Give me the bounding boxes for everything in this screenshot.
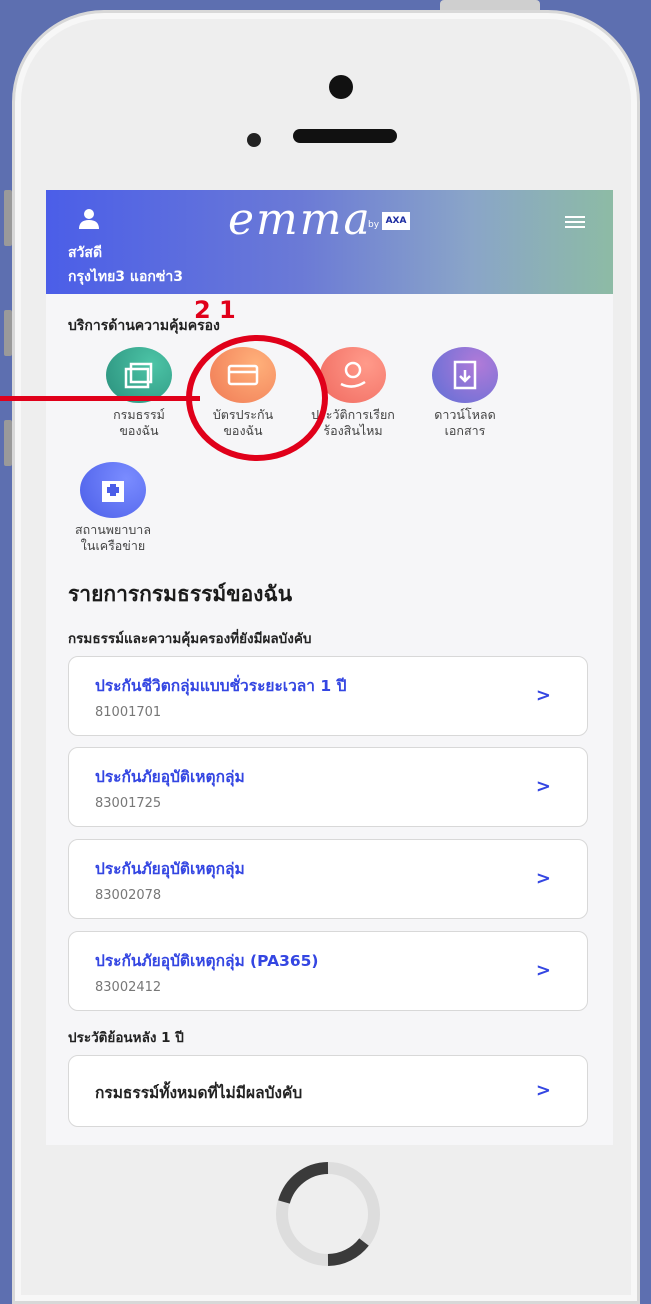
proximity-sensor bbox=[247, 133, 261, 147]
user-icon[interactable] bbox=[78, 208, 100, 230]
policy-name: ประกันชีวิตกลุ่มแบบชั่วระยะเวลา 1 ปี bbox=[95, 677, 347, 695]
chevron-right-icon: > bbox=[535, 960, 551, 981]
policy-name: ประกันภัยอุบัติเหตุกลุ่ม bbox=[95, 860, 245, 878]
policy-card[interactable]: ประกันภัยอุบัติเหตุกลุ่ม 83001725 > bbox=[68, 747, 588, 827]
active-policies-subtitle: กรมธรรม์และความคุ้มครองที่ยังมีผลบังคับ bbox=[68, 631, 312, 647]
policy-number: 83002078 bbox=[95, 888, 162, 903]
hamburger-menu-icon[interactable] bbox=[565, 216, 585, 228]
phone-volume-down-button bbox=[4, 420, 12, 466]
axa-logo: AXA bbox=[382, 212, 410, 230]
annotation-step-number: 2 1 bbox=[194, 296, 236, 324]
policy-list-title: รายการกรมธรรม์ของฉัน bbox=[68, 582, 293, 606]
download-document-icon bbox=[432, 347, 498, 403]
service-label: ดาวน์โหลด เอกสาร bbox=[434, 407, 496, 438]
phone-side-button bbox=[4, 190, 12, 246]
home-button-loading-icon[interactable] bbox=[272, 1158, 384, 1270]
chevron-right-icon: > bbox=[535, 776, 551, 797]
service-network-hospital[interactable]: สถานพยาบาล ในเครือข่าย bbox=[58, 462, 168, 554]
chevron-right-icon: > bbox=[535, 1080, 551, 1101]
policy-card[interactable]: ประกันชีวิตกลุ่มแบบชั่วระยะเวลา 1 ปี 810… bbox=[68, 656, 588, 736]
user-name: กรุงไทย3 แอกซ่า3 bbox=[68, 269, 183, 285]
policy-folder-icon bbox=[106, 347, 172, 403]
policy-name: ประกันภัยอุบัติเหตุกลุ่ม (PA365) bbox=[95, 952, 319, 970]
chevron-right-icon: > bbox=[535, 868, 551, 889]
annotation-pointer-line bbox=[0, 396, 200, 401]
policy-card[interactable]: ประกันภัยอุบัติเหตุกลุ่ม (PA365) 8300241… bbox=[68, 931, 588, 1011]
policy-card[interactable]: ประกันภัยอุบัติเหตุกลุ่ม 83002078 > bbox=[68, 839, 588, 919]
policy-number: 81001701 bbox=[95, 705, 162, 720]
service-label: สถานพยาบาล ในเครือข่าย bbox=[75, 522, 151, 553]
hospital-icon bbox=[80, 462, 146, 518]
emma-logo: emma bbox=[228, 194, 372, 245]
annotation-highlight-circle bbox=[186, 335, 328, 461]
service-download-document[interactable]: ดาวน์โหลด เอกสาร bbox=[410, 347, 520, 439]
front-camera bbox=[329, 75, 353, 99]
inactive-policies-card[interactable]: กรมธรรม์ทั้งหมดที่ไม่มีผลบังคับ > bbox=[68, 1055, 588, 1127]
logo-by-text: by bbox=[368, 220, 380, 230]
policy-number: 83001725 bbox=[95, 796, 162, 811]
service-my-policy[interactable]: กรมธรรม์ ของฉัน bbox=[84, 347, 194, 439]
greeting-text: สวัสดี bbox=[68, 245, 103, 261]
history-title: ประวัติย้อนหลัง 1 ปี bbox=[68, 1030, 184, 1046]
policy-number: 83002412 bbox=[95, 980, 162, 995]
chevron-right-icon: > bbox=[535, 685, 551, 706]
inactive-policies-label: กรมธรรม์ทั้งหมดที่ไม่มีผลบังคับ bbox=[95, 1084, 303, 1102]
policy-name: ประกันภัยอุบัติเหตุกลุ่ม bbox=[95, 768, 245, 786]
app-header: สวัสดี กรุงไทย3 แอกซ่า3 emma by AXA bbox=[46, 190, 613, 294]
claim-history-icon bbox=[320, 347, 386, 403]
service-label: กรมธรรม์ ของฉัน bbox=[113, 407, 165, 438]
app-screen: สวัสดี กรุงไทย3 แอกซ่า3 emma by AXA บริก… bbox=[46, 190, 613, 1145]
earpiece-speaker bbox=[293, 129, 397, 143]
phone-volume-up-button bbox=[4, 310, 12, 356]
